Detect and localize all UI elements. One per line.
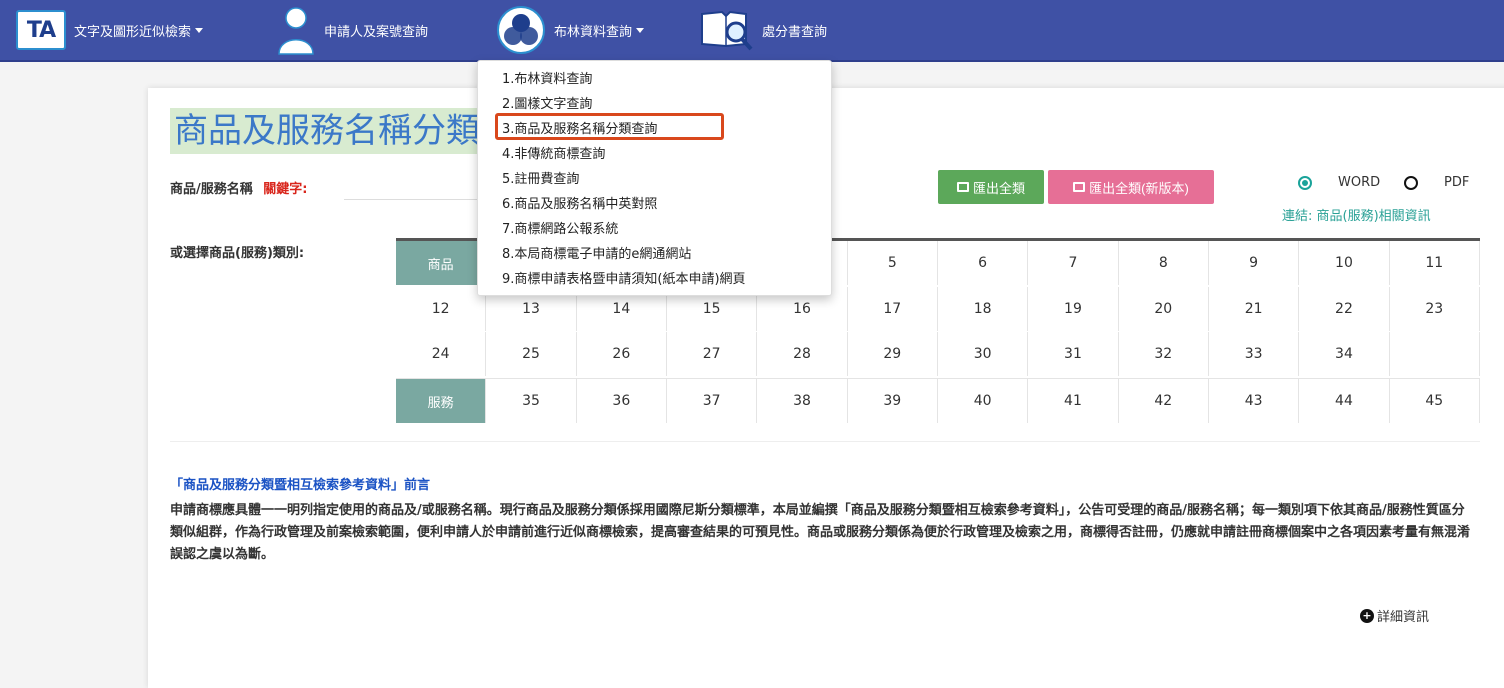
chevron-down-icon bbox=[636, 27, 645, 33]
grid-row-goods-3: 24 25 26 27 28 29 30 31 32 33 34 bbox=[396, 332, 1480, 376]
class-cell[interactable]: 6 bbox=[938, 241, 1029, 285]
top-navbar: TA 文字及圖形近似檢索 申請人及案號查詢 布林資料查詢 處分書查詢 bbox=[0, 0, 1504, 62]
plus-circle-icon: + bbox=[1360, 608, 1374, 623]
class-cell[interactable]: 9 bbox=[1209, 241, 1300, 285]
class-cell[interactable]: 30 bbox=[938, 332, 1029, 376]
goods-header: 商品 bbox=[396, 241, 487, 285]
keyword-label: 關鍵字: bbox=[263, 182, 308, 197]
export-all-label: 匯出全類 bbox=[972, 180, 1025, 196]
class-cell[interactable]: 26 bbox=[577, 332, 667, 376]
class-cell[interactable]: 36 bbox=[577, 379, 667, 423]
class-cell[interactable]: 31 bbox=[1028, 332, 1119, 376]
class-cell[interactable]: 23 bbox=[1390, 287, 1480, 331]
nav-decision-search[interactable]: 處分書查詢 bbox=[700, 0, 827, 60]
class-cell[interactable]: 22 bbox=[1299, 287, 1390, 331]
class-cell[interactable]: 8 bbox=[1119, 241, 1209, 285]
class-cell[interactable]: 29 bbox=[848, 332, 938, 376]
name-label: 商品/服務名稱 bbox=[170, 182, 253, 197]
class-cell[interactable]: 21 bbox=[1209, 287, 1300, 331]
export-all-new-button[interactable]: 匯出全類(新版本) bbox=[1048, 170, 1214, 204]
empty-cell bbox=[1390, 332, 1480, 376]
word-radio-label: WORD bbox=[1338, 175, 1381, 190]
services-header: 服務 bbox=[396, 379, 487, 423]
class-cell[interactable]: 34 bbox=[1299, 332, 1390, 376]
class-cell[interactable]: 27 bbox=[667, 332, 758, 376]
preface-text: 申請商標應具體一一明列指定使用的商品及/或服務名稱。現行商品及服務分類係採用國際… bbox=[170, 503, 1471, 562]
class-cell[interactable]: 41 bbox=[1028, 379, 1119, 423]
class-cell[interactable]: 18 bbox=[938, 287, 1029, 331]
detail-info-link[interactable]: + 詳細資訊 bbox=[1360, 606, 1429, 625]
class-cell[interactable]: 17 bbox=[848, 287, 938, 331]
class-cell[interactable]: 44 bbox=[1299, 379, 1390, 423]
class-cell[interactable]: 25 bbox=[486, 332, 577, 376]
class-cell[interactable]: 38 bbox=[757, 379, 848, 423]
dropdown-item-fee-search[interactable]: 5.註冊費查詢 bbox=[478, 167, 831, 192]
boolean-search-dropdown: 1.布林資料查詢 2.圖樣文字查詢 3.商品及服務名稱分類查詢 4.非傳統商標查… bbox=[477, 60, 832, 296]
nav-boolean-search-label: 布林資料查詢 bbox=[554, 24, 633, 40]
print-icon bbox=[956, 182, 969, 192]
dropdown-item-forms-page[interactable]: 9.商標申請表格暨申請須知(紙本申請)網頁 bbox=[478, 267, 831, 292]
class-cell[interactable]: 7 bbox=[1028, 241, 1119, 285]
related-info-link[interactable]: 商品(服務)相關資訊 bbox=[1317, 209, 1431, 224]
dropdown-item-boolean-search[interactable]: 1.布林資料查詢 bbox=[478, 67, 831, 92]
detail-info-label: 詳細資訊 bbox=[1377, 610, 1430, 625]
nav-text-image-search[interactable]: TA 文字及圖形近似檢索 bbox=[16, 0, 204, 60]
nav-boolean-search[interactable]: 布林資料查詢 bbox=[496, 0, 645, 60]
chevron-down-icon bbox=[195, 27, 204, 33]
nav-decision-search-label: 處分書查詢 bbox=[762, 24, 828, 40]
nav-applicant-search[interactable]: 申請人及案號查詢 bbox=[276, 0, 428, 60]
venn-diagram-icon bbox=[496, 5, 546, 55]
dropdown-item-name-translation[interactable]: 6.商品及服務名稱中英對照 bbox=[478, 192, 831, 217]
class-cell[interactable]: 32 bbox=[1119, 332, 1209, 376]
class-cell[interactable]: 35 bbox=[486, 379, 577, 423]
class-cell[interactable]: 28 bbox=[757, 332, 848, 376]
nav-applicant-search-label: 申請人及案號查詢 bbox=[324, 24, 429, 40]
class-cell[interactable]: 42 bbox=[1119, 379, 1209, 423]
class-cell[interactable]: 11 bbox=[1390, 241, 1480, 285]
class-cell[interactable]: 5 bbox=[848, 241, 938, 285]
nav-text-image-search-label: 文字及圖形近似檢索 bbox=[74, 24, 192, 40]
word-radio[interactable] bbox=[1298, 176, 1312, 190]
class-cell[interactable]: 19 bbox=[1028, 287, 1119, 331]
related-info-link-row: 連結: 商品(服務)相關資訊 bbox=[1282, 205, 1431, 224]
book-search-icon bbox=[700, 8, 754, 52]
export-all-button[interactable]: 匯出全類 bbox=[938, 170, 1044, 204]
export-all-new-label: 匯出全類(新版本) bbox=[1089, 180, 1189, 196]
class-cell[interactable]: 43 bbox=[1209, 379, 1300, 423]
dropdown-item-non-traditional-search[interactable]: 4.非傳統商標查詢 bbox=[478, 142, 831, 167]
preface-title: 「商品及服務分類暨相互檢索參考資料」前言 bbox=[170, 478, 431, 493]
class-cell[interactable]: 33 bbox=[1209, 332, 1300, 376]
section-divider bbox=[170, 441, 1480, 442]
pdf-radio-label: PDF bbox=[1444, 175, 1470, 190]
dropdown-item-e-filing-site[interactable]: 8.本局商標電子申請的e網通網站 bbox=[478, 242, 831, 267]
dropdown-item-image-text-search[interactable]: 2.圖樣文字查詢 bbox=[478, 92, 831, 117]
print-icon bbox=[1073, 182, 1086, 192]
class-cell[interactable]: 37 bbox=[667, 379, 758, 423]
dropdown-item-goods-services-class-search[interactable]: 3.商品及服務名稱分類查詢 bbox=[478, 117, 831, 142]
grid-row-services: 服務 35 36 37 38 39 40 41 42 43 44 45 bbox=[396, 378, 1480, 423]
link-prefix: 連結: bbox=[1282, 209, 1313, 224]
class-cell[interactable]: 12 bbox=[396, 287, 487, 331]
class-cell[interactable]: 45 bbox=[1390, 379, 1480, 423]
page-title: 商品及服務名稱分類查詢 bbox=[170, 108, 480, 154]
class-cell[interactable]: 24 bbox=[396, 332, 487, 376]
class-cell[interactable]: 39 bbox=[848, 379, 938, 423]
ta-logo-icon: TA bbox=[16, 10, 66, 50]
person-icon bbox=[276, 5, 316, 55]
keyword-field-label: 商品/服務名稱 關鍵字: bbox=[170, 178, 307, 197]
class-select-label: 或選擇商品(服務)類別: bbox=[170, 246, 305, 261]
class-cell[interactable]: 40 bbox=[938, 379, 1029, 423]
class-cell[interactable]: 20 bbox=[1119, 287, 1209, 331]
pdf-radio[interactable] bbox=[1404, 176, 1418, 190]
class-cell[interactable]: 10 bbox=[1299, 241, 1390, 285]
dropdown-item-gazette-system[interactable]: 7.商標網路公報系統 bbox=[478, 217, 831, 242]
